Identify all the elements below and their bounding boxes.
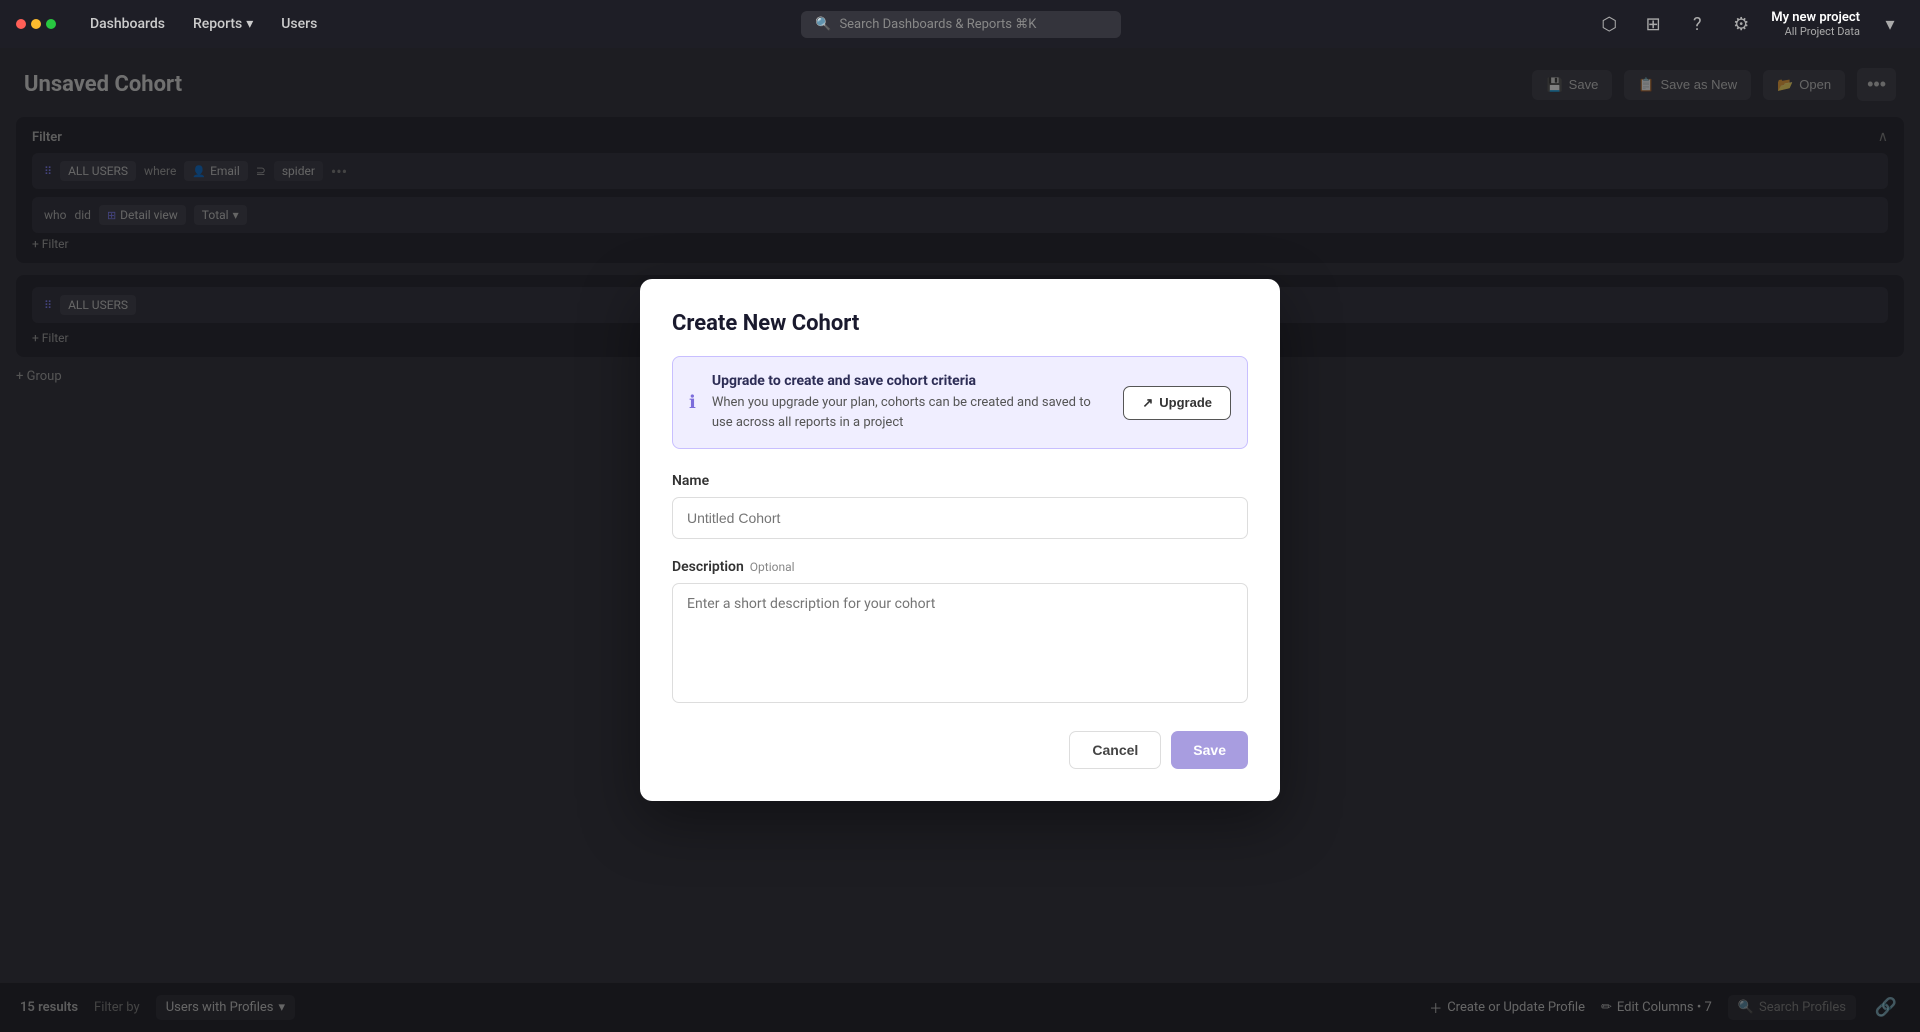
top-nav: Dashboards Reports ▾ Users 🔍 Search Dash…	[0, 0, 1920, 48]
name-label: Name	[672, 473, 1248, 489]
nav-right-actions: ⬡ ⊞ ? ⚙ My new project All Project Data …	[1595, 10, 1904, 38]
upgrade-banner-title: Upgrade to create and save cohort criter…	[712, 373, 1108, 389]
search-icon: 🔍	[815, 17, 831, 32]
modal-title: Create New Cohort	[672, 311, 1248, 336]
nav-reports[interactable]: Reports ▾	[183, 11, 263, 37]
modal-footer: Cancel Save	[672, 731, 1248, 769]
create-cohort-modal: Create New Cohort ℹ Upgrade to create an…	[640, 279, 1280, 801]
project-selector[interactable]: My new project All Project Data	[1771, 10, 1860, 38]
info-icon: ℹ	[689, 392, 696, 413]
maximize-dot[interactable]	[46, 19, 56, 29]
upgrade-info: Upgrade to create and save cohort criter…	[712, 373, 1108, 432]
settings-icon[interactable]: ⚙	[1727, 10, 1755, 38]
nav-links: Dashboards Reports ▾ Users	[80, 11, 327, 37]
description-label: Description Optional	[672, 559, 1248, 575]
modal-save-button[interactable]: Save	[1171, 731, 1248, 769]
notification-icon[interactable]: ⬡	[1595, 10, 1623, 38]
chevron-down-icon: ▾	[246, 16, 253, 32]
nav-search-area: 🔍 Search Dashboards & Reports ⌘K	[351, 11, 1571, 38]
cancel-button[interactable]: Cancel	[1069, 731, 1161, 769]
upgrade-button[interactable]: ↗ Upgrade	[1123, 386, 1231, 420]
window-controls	[16, 19, 56, 29]
external-link-icon: ↗	[1142, 395, 1153, 411]
close-dot[interactable]	[16, 19, 26, 29]
help-icon[interactable]: ?	[1683, 10, 1711, 38]
cohort-name-input[interactable]	[672, 497, 1248, 539]
global-search[interactable]: 🔍 Search Dashboards & Reports ⌘K	[801, 11, 1121, 38]
optional-badge: Optional	[750, 560, 795, 574]
nav-users[interactable]: Users	[271, 11, 327, 37]
grid-icon[interactable]: ⊞	[1639, 10, 1667, 38]
nav-dashboards[interactable]: Dashboards	[80, 11, 175, 37]
modal-overlay[interactable]: Create New Cohort ℹ Upgrade to create an…	[0, 48, 1920, 1032]
upgrade-banner-description: When you upgrade your plan, cohorts can …	[712, 393, 1108, 432]
minimize-dot[interactable]	[31, 19, 41, 29]
main-content: Unsaved Cohort 💾 Save 📋 Save as New 📂 Op…	[0, 48, 1920, 1032]
cohort-description-textarea[interactable]	[672, 583, 1248, 703]
project-chevron-icon[interactable]: ▾	[1876, 10, 1904, 38]
upgrade-banner: ℹ Upgrade to create and save cohort crit…	[672, 356, 1248, 449]
